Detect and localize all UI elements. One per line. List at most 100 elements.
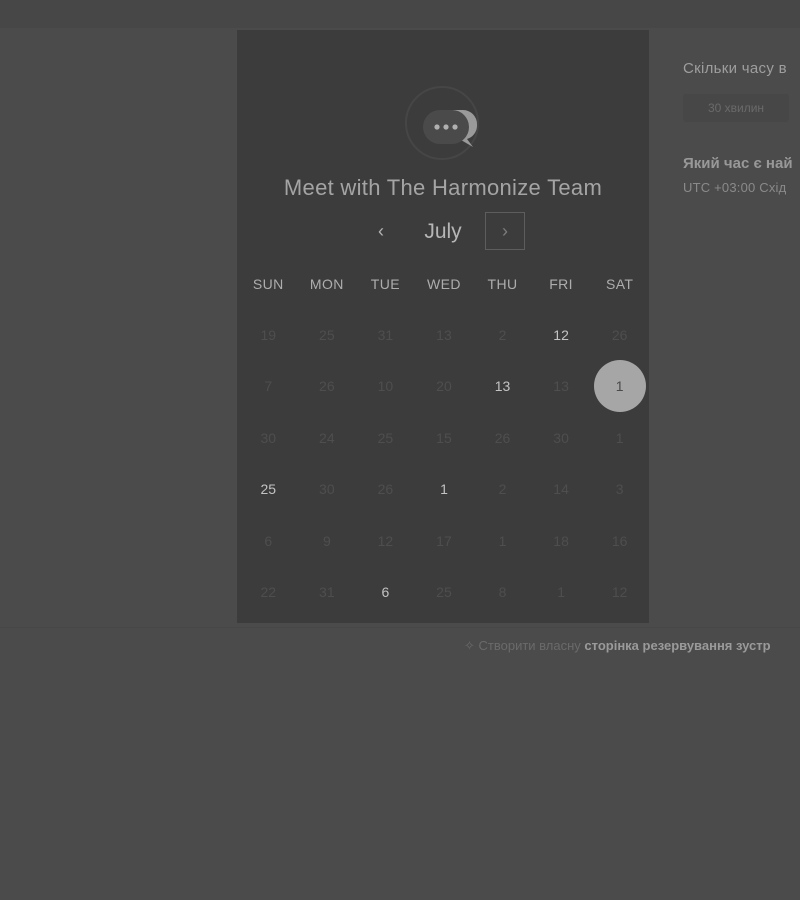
unavailable-day: 30 xyxy=(319,481,335,498)
unavailable-day: 12 xyxy=(611,584,628,601)
calendar-cell: 25 xyxy=(298,309,357,361)
unavailable-day: 22 xyxy=(260,584,277,601)
calendar-cell: 19 xyxy=(239,309,298,361)
calendar-cell: 26 xyxy=(473,412,532,464)
chat-bubble-icon xyxy=(423,110,477,147)
calendar-cell: 30 xyxy=(532,412,591,464)
unavailable-day: 26 xyxy=(494,429,511,446)
month-label: July xyxy=(424,220,462,243)
timezone-selector[interactable]: UTC +03:00 Схід xyxy=(683,180,786,195)
calendar-cell: 14 xyxy=(532,464,591,516)
unavailable-day: 12 xyxy=(377,532,394,549)
available-day[interactable]: 25 xyxy=(245,466,291,512)
calendar-cell: 26 xyxy=(356,464,415,516)
footer-emphasis-text: сторінка резервування зустр xyxy=(584,638,771,653)
calendar-cell: 20 xyxy=(415,361,474,413)
unavailable-day: 17 xyxy=(436,532,452,549)
weekday-fri: FRI xyxy=(549,276,573,292)
calendar-cell: 31 xyxy=(298,567,357,619)
calendar-cell: 6 xyxy=(356,567,415,619)
calendar-cell: 2 xyxy=(473,309,532,361)
footer-prefix-text: Створити власну xyxy=(478,638,585,653)
weekday-sat: SAT xyxy=(605,276,634,292)
calendar-cell: 1 xyxy=(590,360,649,413)
weekday-header: SUN MON TUE WED THU FRI SAT xyxy=(239,273,649,295)
calendar-cell: 16 xyxy=(590,515,649,567)
available-day[interactable]: 1 xyxy=(421,466,467,512)
month-navigation: ‹ July › xyxy=(237,212,649,252)
unavailable-day: 14 xyxy=(553,481,569,498)
unavailable-day: 26 xyxy=(319,378,335,395)
unavailable-day: 9 xyxy=(322,532,331,549)
calendar-cell: 25 xyxy=(415,567,474,619)
weekday-sun: SUN xyxy=(252,276,284,292)
unavailable-day: 13 xyxy=(553,378,569,395)
available-day[interactable]: 12 xyxy=(538,312,584,358)
create-booking-page-link[interactable]: ✧ Створити власну сторінка резервування … xyxy=(464,637,800,657)
unavailable-day: 25 xyxy=(436,584,452,601)
sparkle-icon: ✧ xyxy=(464,638,475,653)
duration-option-button[interactable]: 30 хвилин xyxy=(683,94,789,122)
calendar-cell: 10 xyxy=(356,361,415,413)
duration-heading: Скільки часу в xyxy=(683,60,787,77)
calendar-cell: 7 xyxy=(239,361,298,413)
calendar-day-grid: 19 25 31 13 2 12 26 7 26 10 20 13 13 1 30 24 25 15 26 30 1 25… xyxy=(239,309,649,618)
meeting-title: Meet with The Harmonize Team xyxy=(283,175,603,200)
calendar-cell: 2 xyxy=(473,464,532,516)
calendar-cell: 12 xyxy=(356,515,415,567)
available-day[interactable]: 6 xyxy=(362,569,408,615)
time-heading: Який час є най xyxy=(683,155,793,172)
unavailable-day: 30 xyxy=(260,429,277,446)
unavailable-day: 25 xyxy=(319,326,335,343)
calendar-card: Meet with The Harmonize Team ‹ July › SU… xyxy=(237,30,649,623)
unavailable-day: 15 xyxy=(436,429,452,446)
unavailable-day: 3 xyxy=(615,481,624,498)
unavailable-day: 10 xyxy=(377,378,394,395)
calendar-cell: 12 xyxy=(532,309,591,361)
calendar-cell: 1 xyxy=(415,464,474,516)
unavailable-day: 8 xyxy=(498,584,507,601)
unavailable-day: 13 xyxy=(436,326,452,343)
calendar-cell: 25 xyxy=(239,464,298,516)
calendar-cell: 26 xyxy=(298,361,357,413)
unavailable-day: 7 xyxy=(264,378,273,395)
unavailable-day: 25 xyxy=(377,429,394,446)
weekday-mon: MON xyxy=(309,276,344,292)
calendar-cell: 1 xyxy=(532,567,591,619)
unavailable-day: 18 xyxy=(553,532,569,549)
calendar-cell: 26 xyxy=(590,309,649,361)
weekday-wed: WED xyxy=(427,276,461,292)
calendar-cell: 13 xyxy=(415,309,474,361)
calendar-cell: 1 xyxy=(590,412,649,464)
calendar-cell: 9 xyxy=(298,515,357,567)
calendar-cell: 30 xyxy=(239,412,298,464)
selected-day[interactable]: 1 xyxy=(593,360,646,413)
unavailable-day: 31 xyxy=(319,584,335,601)
calendar-cell: 1 xyxy=(473,515,532,567)
calendar-cell: 3 xyxy=(590,464,649,516)
footer-divider xyxy=(0,627,800,628)
unavailable-day: 2 xyxy=(498,326,507,343)
calendar-cell: 15 xyxy=(415,412,474,464)
top-band xyxy=(0,0,800,28)
unavailable-day: 2 xyxy=(498,481,507,498)
weekday-tue: TUE xyxy=(370,276,400,292)
unavailable-day: 6 xyxy=(264,532,273,549)
calendar-cell: 13 xyxy=(473,361,532,413)
calendar-cell: 30 xyxy=(298,464,357,516)
unavailable-day: 1 xyxy=(557,584,565,601)
unavailable-day: 16 xyxy=(611,532,628,549)
unavailable-day: 19 xyxy=(260,326,277,343)
calendar-cell: 6 xyxy=(239,515,298,567)
calendar-cell: 24 xyxy=(298,412,357,464)
unavailable-day: 20 xyxy=(436,378,452,395)
available-day[interactable]: 13 xyxy=(480,363,526,409)
calendar-cell: 8 xyxy=(473,567,532,619)
calendar-cell: 12 xyxy=(590,567,649,619)
prev-month-button[interactable]: ‹ xyxy=(368,212,394,252)
calendar-cell: 18 xyxy=(532,515,591,567)
unavailable-day: 1 xyxy=(615,429,624,446)
unavailable-day: 31 xyxy=(377,326,394,343)
unavailable-day: 24 xyxy=(319,429,335,446)
next-month-button[interactable]: › xyxy=(485,212,525,250)
